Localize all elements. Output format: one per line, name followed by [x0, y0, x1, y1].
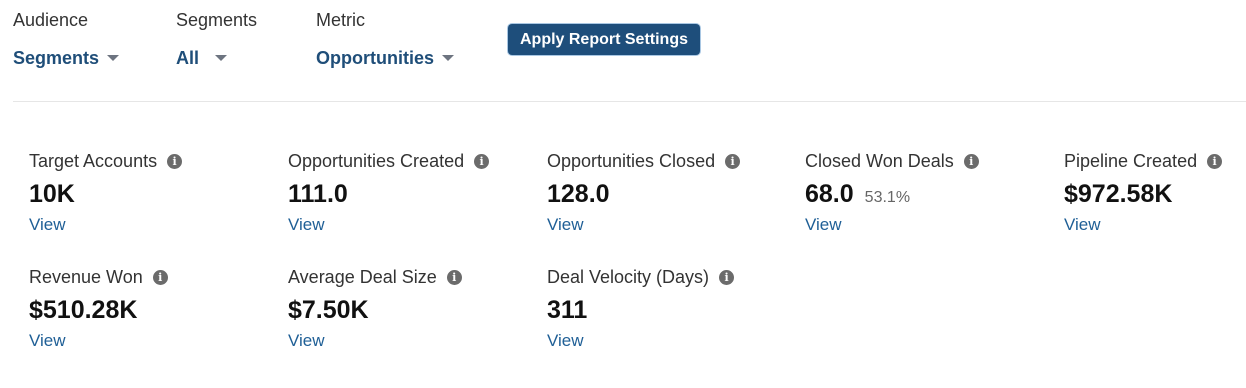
metric-title: Opportunities Created — [288, 151, 465, 171]
info-icon[interactable]: i — [152, 269, 168, 285]
metric-card-revenue-won: Revenue Won i $510.28K View — [29, 267, 279, 351]
metric-value: $510.28K — [29, 296, 138, 324]
view-link[interactable]: View — [288, 331, 538, 351]
metric-card-pipeline-created: Pipeline Created i $972.58K View — [1064, 151, 1244, 235]
metric-percentage: 53.1% — [864, 189, 911, 206]
info-icon[interactable]: i — [446, 269, 462, 285]
metric-value: 111.0 — [288, 180, 348, 208]
view-link[interactable]: View — [805, 215, 1055, 235]
filter-audience-label: Audience — [13, 10, 89, 30]
info-icon[interactable]: i — [167, 153, 183, 169]
metric-title: Average Deal Size — [288, 267, 437, 287]
metric-value: $7.50K — [288, 296, 369, 324]
metric-card-deal-velocity: Deal Velocity (Days) i 311 View — [547, 267, 797, 351]
view-link[interactable]: View — [29, 331, 279, 351]
metric-card-opportunities-closed: Opportunities Closed i 128.0 View — [547, 151, 797, 235]
chevron-down-icon — [215, 55, 228, 61]
metric-dropdown[interactable]: Opportunities — [316, 48, 454, 68]
filter-audience: Audience Segments — [13, 10, 120, 68]
metric-dropdown-value: Opportunities — [316, 48, 434, 68]
divider — [13, 101, 1246, 102]
metric-value: 68.0 — [805, 180, 854, 208]
metric-card-opportunities-created: Opportunities Created i 111.0 View — [288, 151, 538, 235]
info-icon[interactable]: i — [1207, 153, 1223, 169]
metric-title: Pipeline Created — [1064, 151, 1198, 171]
view-link[interactable]: View — [288, 215, 538, 235]
info-icon[interactable]: i — [719, 269, 735, 285]
metric-card-target-accounts: Target Accounts i 10K View — [29, 151, 279, 235]
view-link[interactable]: View — [547, 215, 797, 235]
metric-value: 311 — [547, 296, 588, 324]
metric-title: Target Accounts — [29, 151, 158, 171]
view-link[interactable]: View — [547, 331, 797, 351]
audience-dropdown[interactable]: Segments — [13, 48, 120, 68]
chevron-down-icon — [442, 55, 454, 61]
filter-metric-label: Metric — [316, 10, 365, 30]
filter-metric: Metric Opportunities — [316, 10, 454, 68]
metric-title: Revenue Won — [29, 267, 143, 287]
metric-card-closed-won-deals: Closed Won Deals i 68.0 53.1% View — [805, 151, 1055, 235]
segments-dropdown-value: All — [176, 48, 200, 68]
audience-dropdown-value: Segments — [13, 48, 100, 68]
chevron-down-icon — [107, 55, 120, 61]
metric-title: Opportunities Closed — [547, 151, 716, 171]
metric-title: Deal Velocity (Days) — [547, 267, 710, 287]
metric-title: Closed Won Deals — [805, 151, 954, 171]
segments-dropdown[interactable]: All — [176, 48, 257, 68]
view-link[interactable]: View — [29, 215, 279, 235]
apply-report-settings-button[interactable]: Apply Report Settings — [508, 24, 700, 55]
metric-card-average-deal-size: Average Deal Size i $7.50K View — [288, 267, 538, 351]
view-link[interactable]: View — [1064, 215, 1244, 235]
metric-value: $972.58K — [1064, 180, 1173, 208]
filter-segments: Segments All — [176, 10, 257, 68]
metric-value: 10K — [29, 180, 75, 208]
info-icon[interactable]: i — [725, 153, 741, 169]
info-icon[interactable]: i — [474, 153, 490, 169]
metric-value: 128.0 — [547, 180, 610, 208]
info-icon[interactable]: i — [963, 153, 979, 169]
filter-segments-label: Segments — [176, 10, 258, 30]
